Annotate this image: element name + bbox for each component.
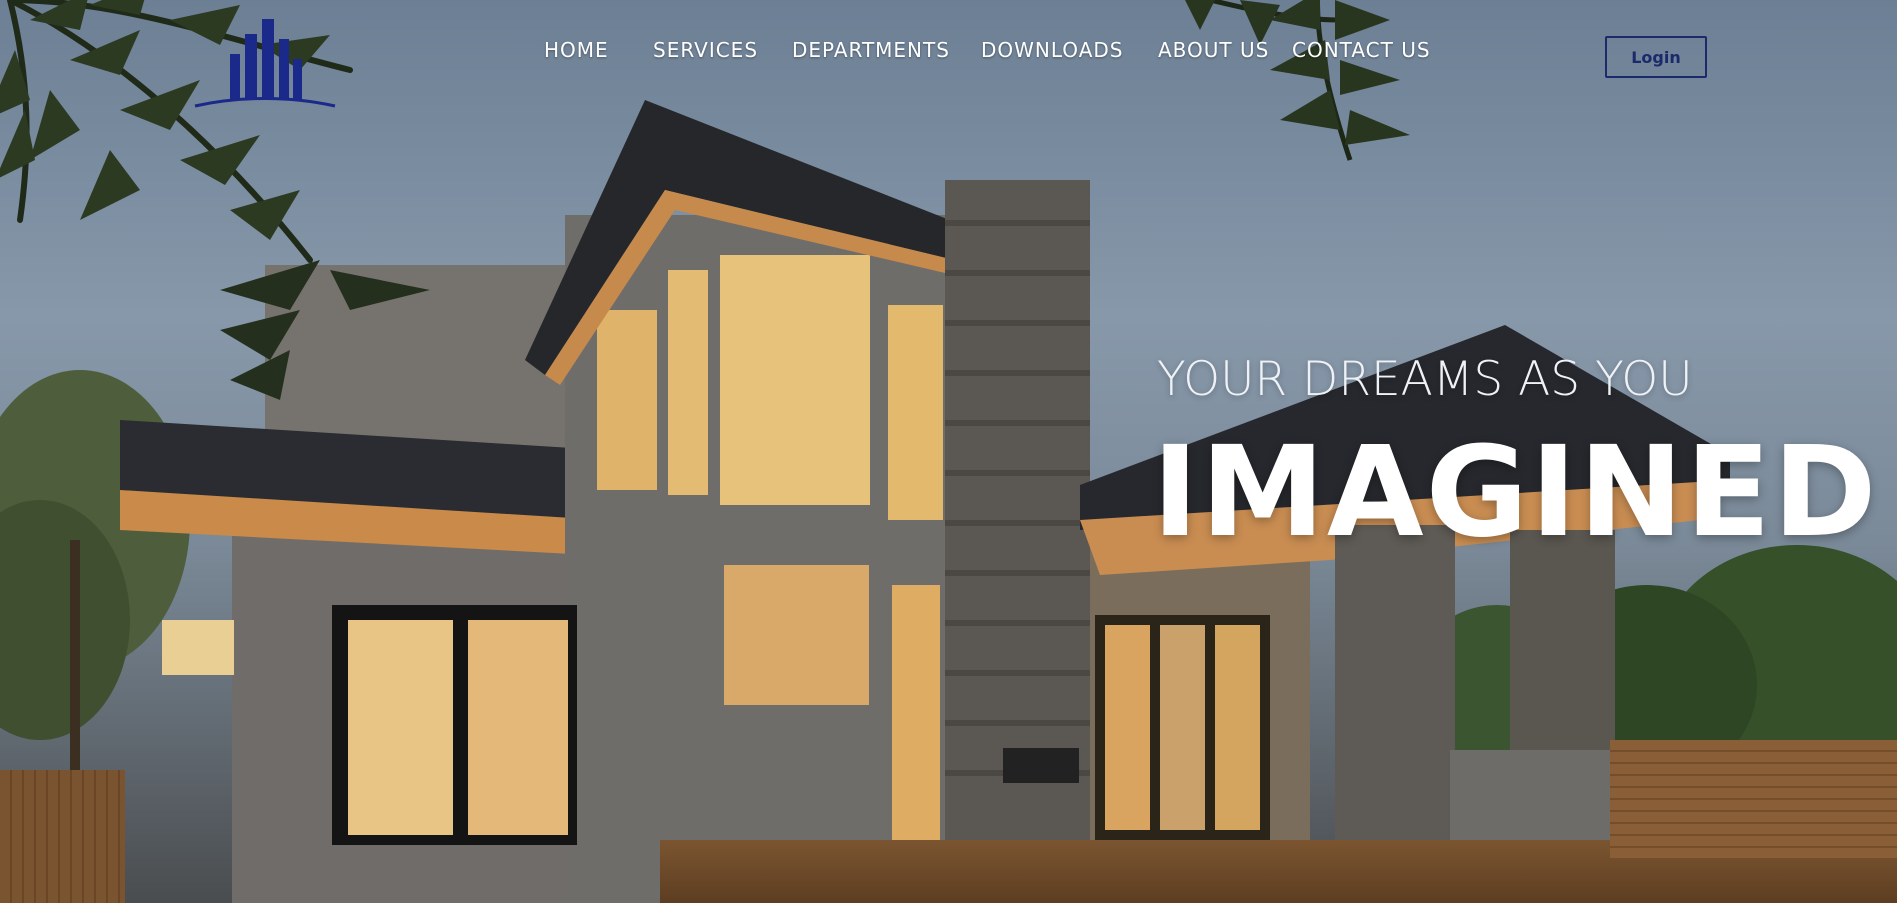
- palm-mid-graphic: [220, 260, 430, 400]
- nav-home-link[interactable]: HOME: [544, 38, 609, 62]
- nav-contact-us-link[interactable]: CONTACT US: [1292, 38, 1431, 62]
- palm-fronds-right-graphic: [1185, 0, 1410, 161]
- login-button[interactable]: Login: [1605, 36, 1707, 78]
- right-fence: [1610, 740, 1897, 860]
- nav-about-us-link[interactable]: ABOUT US: [1158, 38, 1269, 62]
- hero-section: HOME SERVICES DEPARTMENTS DOWNLOADS ABOU…: [0, 0, 1897, 903]
- nav-downloads-link[interactable]: DOWNLOADS: [981, 38, 1123, 62]
- nav-departments-link[interactable]: DEPARTMENTS: [792, 38, 950, 62]
- left-fence: [0, 770, 125, 903]
- nav-services-link[interactable]: SERVICES: [653, 38, 758, 62]
- hero-title: IMAGINED: [1152, 420, 1879, 565]
- hero-subtitle: YOUR DREAMS AS YOU: [1157, 352, 1693, 407]
